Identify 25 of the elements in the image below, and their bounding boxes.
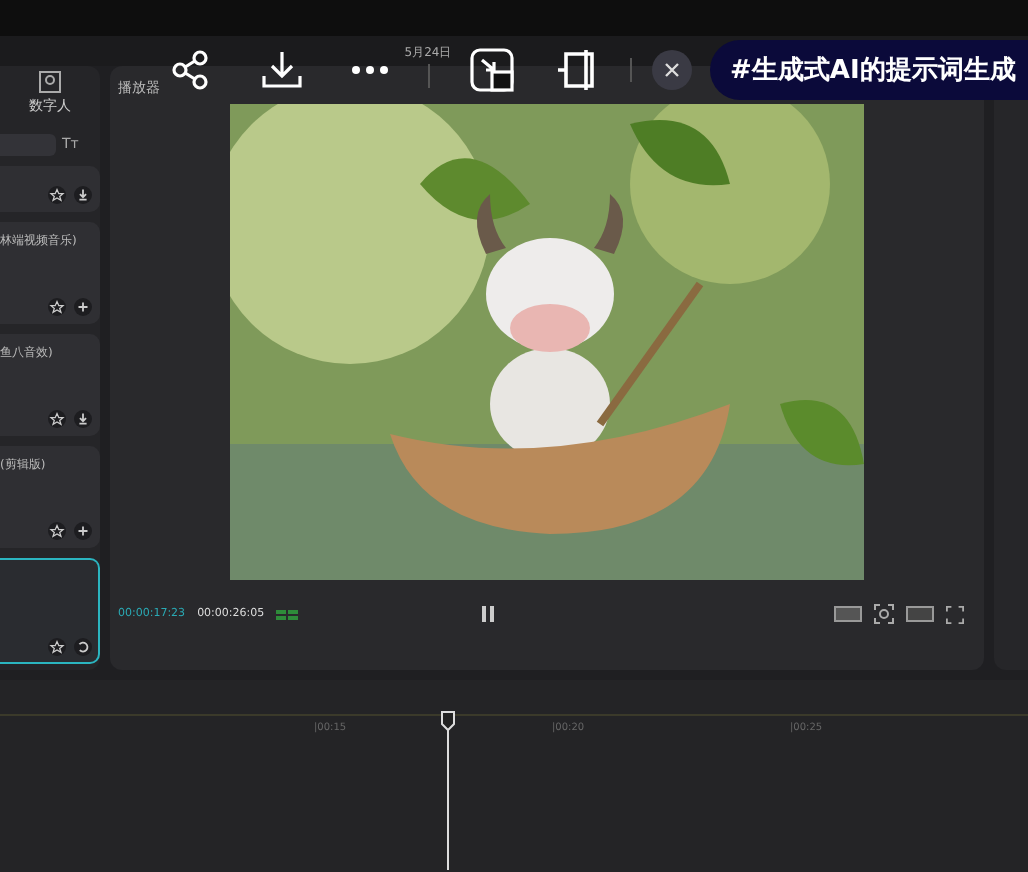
- download-icon[interactable]: [74, 186, 92, 204]
- download-icon[interactable]: [262, 50, 302, 90]
- add-icon[interactable]: [74, 298, 92, 316]
- star-icon[interactable]: [48, 186, 66, 204]
- avatar-icon[interactable]: [38, 70, 62, 94]
- more-icon[interactable]: [350, 64, 390, 76]
- undo-icon[interactable]: [74, 638, 92, 656]
- audio-card[interactable]: [0, 558, 100, 664]
- star-icon[interactable]: [48, 638, 66, 656]
- pause-icon[interactable]: [481, 606, 494, 622]
- focus-icon[interactable]: [874, 604, 894, 624]
- add-icon[interactable]: [74, 522, 92, 540]
- star-icon[interactable]: [48, 522, 66, 540]
- download-icon[interactable]: [74, 410, 92, 428]
- close-icon: [664, 62, 680, 78]
- crop-icon[interactable]: [558, 48, 594, 92]
- playhead[interactable]: [440, 710, 456, 870]
- level-meter-icon: [276, 607, 301, 621]
- hashtag-chip[interactable]: #生成式AI的提示词生成: [710, 40, 1028, 100]
- fullscreen-icon[interactable]: [946, 605, 964, 623]
- picture-in-picture-icon[interactable]: [470, 48, 514, 92]
- audio-card[interactable]: [0, 166, 100, 212]
- share-icon[interactable]: [170, 50, 210, 90]
- star-icon[interactable]: [48, 410, 66, 428]
- star-icon[interactable]: [48, 298, 66, 316]
